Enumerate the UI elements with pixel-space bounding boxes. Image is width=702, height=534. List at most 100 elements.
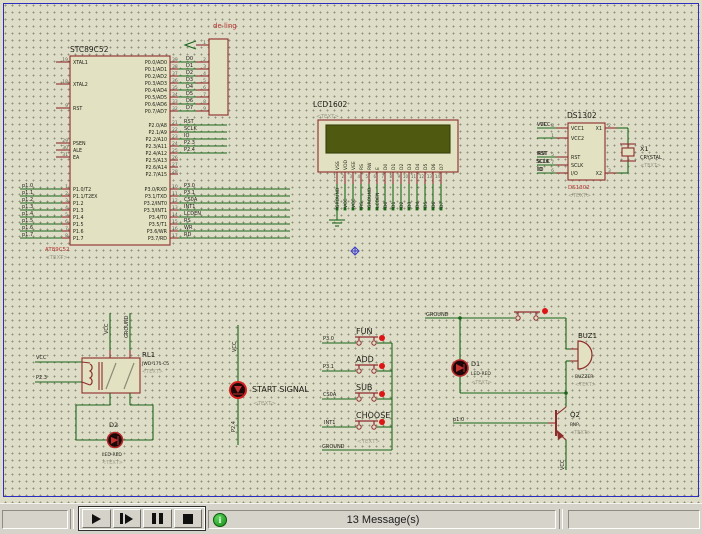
pin-number: 3 bbox=[203, 64, 206, 70]
text-label: P2.3 bbox=[36, 375, 47, 381]
pin-name: P3.0/RXD bbox=[145, 187, 168, 193]
net-label: GROUND bbox=[367, 187, 373, 208]
net-label: D6 bbox=[186, 98, 193, 104]
text-label: <TEXT> bbox=[316, 114, 339, 120]
pin-name: RST bbox=[73, 106, 82, 112]
net-label: P3.1 bbox=[184, 190, 195, 196]
pin-name: P3.7/RD bbox=[148, 236, 167, 242]
net-label: P3.0 bbox=[184, 183, 195, 189]
push-button-contact[interactable] bbox=[534, 316, 538, 320]
text-label: D1 bbox=[471, 360, 480, 368]
junction-dot bbox=[564, 391, 568, 395]
push-button-contact[interactable] bbox=[372, 341, 376, 345]
pin-name: P1.4 bbox=[73, 215, 84, 221]
pin-number: 8 bbox=[203, 99, 206, 105]
lcd-screen[interactable] bbox=[326, 125, 450, 153]
pin-name: VCC1 bbox=[571, 126, 584, 132]
pin-number: 32 bbox=[172, 106, 178, 112]
push-button-contact[interactable] bbox=[357, 425, 361, 429]
pin-number: 12 bbox=[419, 174, 425, 179]
text-label: CHOOSE bbox=[356, 411, 390, 420]
net-label: p1.3 bbox=[22, 204, 33, 210]
net-label: p1.6 bbox=[22, 225, 33, 231]
button-plunger[interactable] bbox=[355, 337, 378, 340]
pin-number: 2 bbox=[65, 191, 68, 197]
message-panel[interactable]: i 13 Message(s) bbox=[208, 510, 556, 529]
pause-button[interactable] bbox=[143, 509, 172, 528]
step-button[interactable] bbox=[113, 509, 142, 528]
play-button[interactable] bbox=[82, 509, 111, 528]
separator bbox=[70, 509, 74, 529]
pin-name: P3.6/WR bbox=[147, 229, 168, 235]
push-button-contact[interactable] bbox=[516, 316, 520, 320]
pin-name: P1.3 bbox=[73, 208, 84, 214]
text-label: GROUND bbox=[322, 444, 345, 450]
text-label: BUZZER bbox=[575, 374, 593, 380]
pin-number: 5 bbox=[65, 212, 68, 218]
pin-number: 9 bbox=[397, 174, 400, 179]
text-label: LED-RED bbox=[102, 452, 122, 458]
pin-number: 1 bbox=[333, 174, 336, 179]
net-label: D3 bbox=[407, 202, 413, 208]
net-label: p1.2 bbox=[22, 197, 33, 203]
connector-body[interactable] bbox=[209, 39, 228, 115]
crystal-body[interactable] bbox=[622, 148, 634, 156]
net-label: VCC bbox=[351, 199, 357, 208]
pin-number: 27 bbox=[172, 162, 178, 168]
pin-name: P0.1/AD1 bbox=[145, 67, 167, 73]
pin-number: 31 bbox=[62, 152, 68, 158]
pin-name: P1.6 bbox=[73, 229, 84, 235]
push-button-contact[interactable] bbox=[357, 341, 361, 345]
text-label: P3.0 bbox=[323, 336, 334, 342]
pin-name: P2.6/A14 bbox=[145, 165, 167, 171]
button-plunger[interactable] bbox=[355, 421, 378, 424]
pin-number: 7 bbox=[203, 92, 206, 98]
text-label: P3.1 bbox=[323, 364, 334, 370]
pin-number: 17 bbox=[172, 233, 178, 239]
net-label: D4 bbox=[186, 84, 193, 90]
text-label: <TEXT> bbox=[142, 369, 163, 375]
net-label: RS bbox=[359, 202, 365, 208]
pin-name: P3.1/TXD bbox=[145, 194, 167, 200]
schematic-canvas[interactable]: 19XTAL118XTAL29RST29PSEN30ALE31EA1P1.0/T… bbox=[0, 0, 702, 503]
text-label: <TEXT> bbox=[357, 439, 380, 445]
text-label: DS1302 bbox=[568, 185, 590, 191]
pin-name: P3.4/T0 bbox=[149, 215, 167, 221]
stop-button[interactable] bbox=[174, 509, 203, 528]
push-button-contact[interactable] bbox=[357, 369, 361, 373]
pin-name: P1.2 bbox=[73, 201, 84, 207]
net-label: D6 bbox=[431, 202, 437, 208]
pin-name: I/O bbox=[571, 171, 578, 177]
push-button-contact[interactable] bbox=[372, 397, 376, 401]
stop-icon bbox=[183, 514, 193, 524]
push-button-contact[interactable] bbox=[372, 425, 376, 429]
pin-name: P0.4/AD4 bbox=[145, 88, 167, 94]
pin-number: 33 bbox=[172, 99, 178, 105]
text-label: DS1302 bbox=[567, 111, 597, 120]
push-button-contact[interactable] bbox=[357, 397, 361, 401]
text-label: GROUND bbox=[124, 315, 130, 338]
text-label: <TEXT> bbox=[471, 380, 492, 386]
text-label: <TEXT> bbox=[640, 163, 661, 169]
button-plunger[interactable] bbox=[514, 312, 540, 315]
pin-number: 5 bbox=[203, 78, 206, 84]
pin bbox=[556, 407, 566, 415]
schematic-svg[interactable]: 19XTAL118XTAL29RST29PSEN30ALE31EA1P1.0/T… bbox=[0, 0, 702, 503]
net-label: CS0A bbox=[184, 197, 198, 203]
button-plunger[interactable] bbox=[355, 393, 378, 396]
pin-number: 13 bbox=[172, 205, 178, 211]
pin-name: P0.3/AD3 bbox=[145, 81, 167, 87]
net-label: LCDEN bbox=[184, 211, 201, 217]
pin-number: 8 bbox=[551, 123, 554, 129]
pin-name: D6 bbox=[431, 164, 437, 170]
pin-name: P3.3/INT1 bbox=[144, 208, 167, 214]
pin-number: 2 bbox=[341, 174, 344, 179]
push-button-contact[interactable] bbox=[372, 369, 376, 373]
net-label: D1 bbox=[391, 202, 397, 208]
button-plunger[interactable] bbox=[355, 365, 378, 368]
pin-name: RS bbox=[359, 164, 365, 170]
pin-name: D0 bbox=[383, 164, 389, 170]
text-label: CS0A bbox=[323, 392, 337, 398]
net-label: WR bbox=[184, 225, 193, 231]
pin-name: D2 bbox=[399, 164, 405, 170]
